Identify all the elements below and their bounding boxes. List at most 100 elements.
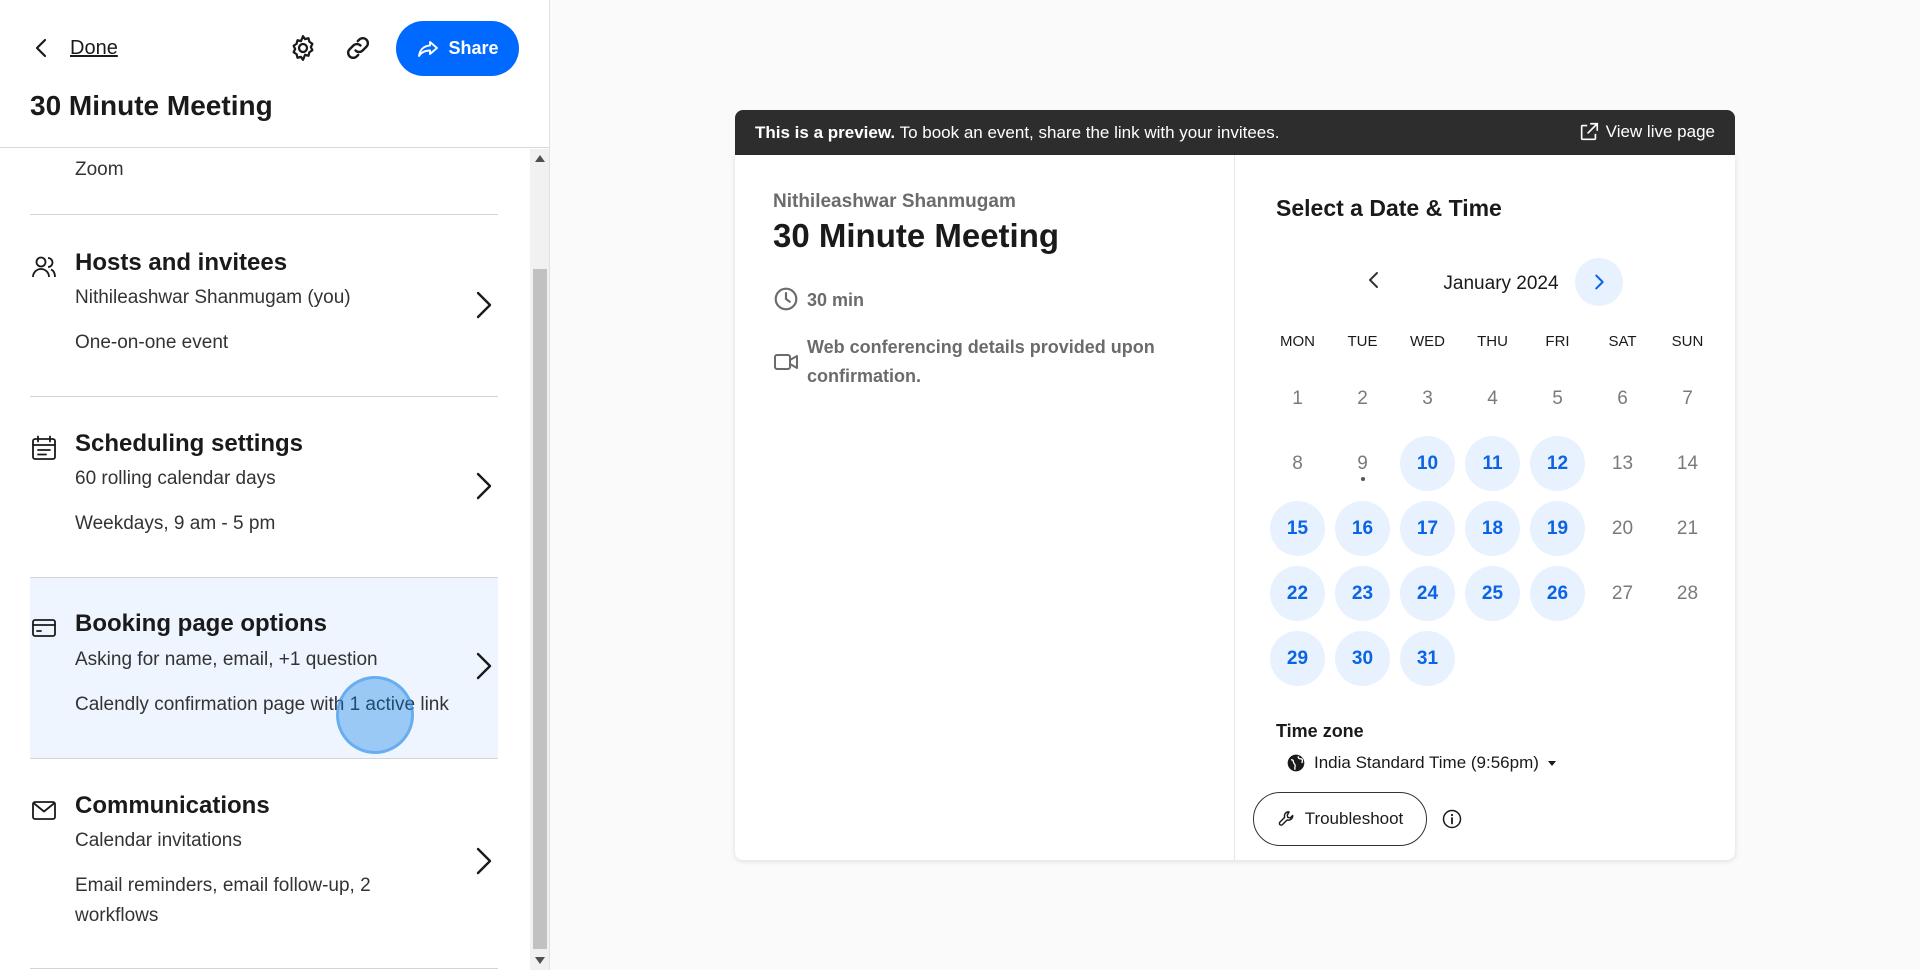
chevron-right-icon[interactable] xyxy=(470,843,498,879)
scroll-down-arrow[interactable] xyxy=(535,957,545,964)
event-editor-panel: Done Share 30 Minute Meeting Zoom Hosts … xyxy=(0,0,550,970)
section-detail: Asking for name, email, +1 question xyxy=(75,649,378,670)
settings-list: Zoom Hosts and invitees Nithileashwar Sh… xyxy=(0,149,530,970)
booking-preview-card: Nithileashwar Shanmugam 30 Minute Meetin… xyxy=(735,155,1735,860)
calendar-days: 1 2 3 4 5 6 7 8 9 10 11 12 13 14 15 16 17 18 19 20 21 22 23 24 2… xyxy=(1265,366,1720,691)
users-icon xyxy=(32,256,56,278)
next-month-button[interactable] xyxy=(1575,258,1623,306)
section-detail: One-on-one event xyxy=(75,332,229,353)
chevron-right-icon[interactable] xyxy=(470,648,498,684)
calendar-day-available[interactable]: 18 xyxy=(1460,496,1525,561)
calendar-day-available[interactable]: 10 xyxy=(1395,431,1460,496)
calendar-day-available[interactable]: 16 xyxy=(1330,496,1395,561)
video-camera-icon xyxy=(774,354,798,370)
month-label: January 2024 xyxy=(1443,273,1559,294)
calendar-day: 2 xyxy=(1330,366,1395,431)
info-icon[interactable] xyxy=(1442,809,1462,829)
section-title: Hosts and invitees xyxy=(75,249,288,276)
section-communications[interactable]: Communications Calendar invitations Emai… xyxy=(30,790,498,970)
weekday-label: THU xyxy=(1477,333,1508,350)
location-value: Zoom xyxy=(75,159,124,180)
event-details: Nithileashwar Shanmugam 30 Minute Meetin… xyxy=(735,155,1235,860)
chevron-right-icon xyxy=(1595,274,1604,290)
day-number: 27 xyxy=(1611,582,1634,604)
calendar-day-available[interactable]: 30 xyxy=(1330,626,1395,691)
scrollbar-thumb[interactable] xyxy=(533,269,547,949)
scrollbar[interactable] xyxy=(530,149,549,970)
wrench-icon xyxy=(1278,811,1294,826)
preview-event-title: 30 Minute Meeting xyxy=(773,217,1060,254)
day-number: 16 xyxy=(1335,501,1390,556)
section-detail: 60 rolling calendar days xyxy=(75,468,276,489)
calendar-day-available[interactable]: 12 xyxy=(1525,431,1590,496)
day-number: 1 xyxy=(1292,387,1303,409)
section-title: Scheduling settings xyxy=(75,430,304,457)
scroll-up-arrow[interactable] xyxy=(535,155,545,162)
day-number: 8 xyxy=(1292,452,1303,474)
day-number: 7 xyxy=(1682,387,1693,409)
mail-icon xyxy=(32,801,56,820)
section-detail: Weekdays, 9 am - 5 pm xyxy=(75,513,276,534)
divider xyxy=(30,396,498,397)
previous-month-icon[interactable] xyxy=(1362,268,1386,292)
calendar-day: 1 xyxy=(1265,366,1330,431)
day-number: 14 xyxy=(1676,452,1699,474)
calendar-day: 6 xyxy=(1590,366,1655,431)
calendar-day-available[interactable]: 25 xyxy=(1460,561,1525,626)
calendar-day: 27 xyxy=(1590,561,1655,626)
day-number: 23 xyxy=(1335,566,1390,621)
done-link[interactable]: Done xyxy=(70,37,118,60)
share-arrow-icon xyxy=(418,40,439,57)
calendar-day-available[interactable]: 29 xyxy=(1265,626,1330,691)
event-title: 30 Minute Meeting xyxy=(30,90,273,121)
calendar-day-available[interactable]: 22 xyxy=(1265,561,1330,626)
calendar-day: 8 xyxy=(1265,431,1330,496)
section-detail: Calendar invitations xyxy=(75,830,242,851)
date-time-picker: Select a Date & Time January 2024 MON TUE… xyxy=(1236,155,1735,860)
section-booking-page-options[interactable]: Booking page options Asking for name, em… xyxy=(30,578,498,758)
calendar-day-available[interactable]: 17 xyxy=(1395,496,1460,561)
day-number: 3 xyxy=(1422,387,1433,409)
credit-card-icon xyxy=(32,619,56,637)
editor-header: Done Share 30 Minute Meeting xyxy=(0,0,549,148)
day-number: 24 xyxy=(1400,566,1455,621)
troubleshoot-button[interactable]: Troubleshoot xyxy=(1253,792,1427,846)
view-live-page-link[interactable]: View live page xyxy=(1578,121,1715,143)
calendar-day-available[interactable]: 11 xyxy=(1460,431,1525,496)
calendar-day-available[interactable]: 31 xyxy=(1395,626,1460,691)
day-number: 29 xyxy=(1270,631,1325,686)
share-label: Share xyxy=(448,38,499,58)
banner-bold-text: This is a preview. xyxy=(755,123,896,142)
chevron-left-icon[interactable] xyxy=(30,36,54,60)
section-hosts-invitees[interactable]: Hosts and invitees Nithileashwar Shanmug… xyxy=(30,247,498,427)
calendar-day: 7 xyxy=(1655,366,1720,431)
caret-down-icon xyxy=(1547,761,1556,766)
host-name: Nithileashwar Shanmugam xyxy=(773,191,1016,212)
section-title: Booking page options xyxy=(75,610,327,637)
calendar-day-available[interactable]: 15 xyxy=(1265,496,1330,561)
calendar-day-available[interactable]: 23 xyxy=(1330,561,1395,626)
day-number: 22 xyxy=(1270,566,1325,621)
calendar-day-available[interactable]: 26 xyxy=(1525,561,1590,626)
day-number: 9 xyxy=(1357,452,1368,474)
day-number: 10 xyxy=(1400,436,1455,491)
preview-banner: This is a preview. To book an event, sha… xyxy=(735,110,1735,155)
banner-message: To book an event, share the link with yo… xyxy=(895,123,1280,142)
day-number: 21 xyxy=(1676,517,1699,539)
gear-icon[interactable] xyxy=(288,33,318,63)
link-icon[interactable] xyxy=(343,33,373,63)
divider xyxy=(30,758,498,759)
day-number: 13 xyxy=(1611,452,1634,474)
section-detail: Email reminders, email follow-up, 2 work… xyxy=(75,875,371,926)
timezone-value: India Standard Time (9:56pm) xyxy=(1314,753,1539,772)
chevron-right-icon[interactable] xyxy=(470,468,498,504)
calendar-day-available[interactable]: 19 xyxy=(1525,496,1590,561)
conferencing-text: Web conferencing details provided upon c… xyxy=(807,337,1155,386)
share-button[interactable]: Share xyxy=(396,21,519,76)
calendar-day-available[interactable]: 24 xyxy=(1395,561,1460,626)
timezone-select[interactable]: India Standard Time (9:56pm) xyxy=(1286,753,1557,773)
calendar-day: 9 xyxy=(1330,431,1395,496)
calendar-day: 5 xyxy=(1525,366,1590,431)
weekday-label: TUE xyxy=(1347,333,1378,350)
chevron-right-icon[interactable] xyxy=(470,287,498,323)
